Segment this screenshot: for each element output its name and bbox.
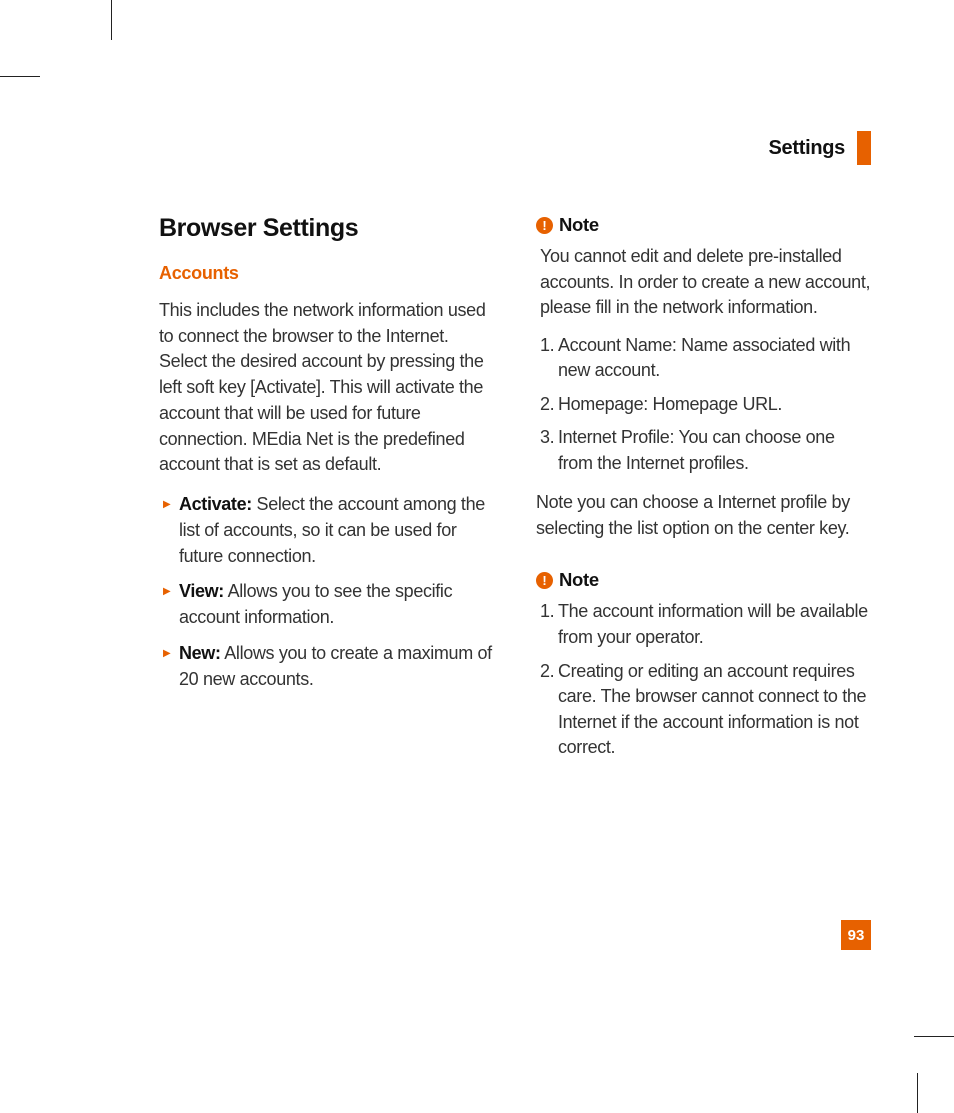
note-block: ! Note You cannot edit and delete pre-in… — [536, 214, 871, 541]
note-header: ! Note — [536, 569, 871, 591]
list-item: 1.Account Name: Name associated with new… — [540, 333, 871, 384]
list-item: 2.Creating or editing an account require… — [540, 659, 871, 761]
item-number: 1. — [540, 333, 554, 359]
note-list: 1.The account information will be availa… — [540, 599, 871, 760]
note-icon: ! — [536, 572, 553, 589]
list-item: View: Allows you to see the specific acc… — [159, 579, 494, 630]
item-text: Creating or editing an account requires … — [558, 661, 866, 758]
note-after: Note you can choose a Internet profile b… — [536, 490, 871, 541]
bullet-list: Activate: Select the account among the l… — [159, 492, 494, 692]
item-number: 1. — [540, 599, 554, 625]
list-item: 1.The account information will be availa… — [540, 599, 871, 650]
list-item: New: Allows you to create a maximum of 2… — [159, 641, 494, 692]
note-icon: ! — [536, 217, 553, 234]
header-accent-bar — [857, 131, 871, 165]
subsection-title: Accounts — [159, 263, 494, 284]
item-text: The account information will be availabl… — [558, 601, 868, 647]
crop-mark — [111, 0, 112, 40]
item-text: Account Name: Name associated with new a… — [558, 335, 850, 381]
section-title: Settings — [769, 137, 846, 160]
list-item: 3.Internet Profile: You can choose one f… — [540, 425, 871, 476]
note-block: ! Note 1.The account information will be… — [536, 569, 871, 760]
right-column: ! Note You cannot edit and delete pre-in… — [536, 214, 871, 789]
bullet-label: View: — [179, 581, 224, 601]
note-label: Note — [559, 214, 599, 236]
item-text: Internet Profile: You can choose one fro… — [558, 427, 835, 473]
note-label: Note — [559, 569, 599, 591]
page-title: Browser Settings — [159, 214, 494, 243]
item-text: Homepage: Homepage URL. — [558, 394, 782, 414]
bullet-label: Activate: — [179, 494, 252, 514]
item-number: 2. — [540, 392, 554, 418]
list-item: 2.Homepage: Homepage URL. — [540, 392, 871, 418]
header: Settings — [769, 131, 872, 165]
item-number: 2. — [540, 659, 554, 685]
bullet-text: Allows you to create a maximum of 20 new… — [179, 643, 492, 689]
left-column: Browser Settings Accounts This includes … — [159, 214, 494, 789]
content-columns: Browser Settings Accounts This includes … — [159, 214, 871, 789]
note-body: You cannot edit and delete pre-installed… — [540, 244, 871, 321]
note-header: ! Note — [536, 214, 871, 236]
item-number: 3. — [540, 425, 554, 451]
page-number: 93 — [841, 920, 871, 950]
crop-mark — [917, 1073, 918, 1113]
intro-paragraph: This includes the network information us… — [159, 298, 494, 478]
note-list: 1.Account Name: Name associated with new… — [540, 333, 871, 477]
bullet-label: New: — [179, 643, 221, 663]
crop-mark — [914, 1036, 954, 1037]
list-item: Activate: Select the account among the l… — [159, 492, 494, 569]
crop-mark — [0, 76, 40, 77]
page-frame: Settings Browser Settings Accounts This … — [111, 76, 919, 1036]
